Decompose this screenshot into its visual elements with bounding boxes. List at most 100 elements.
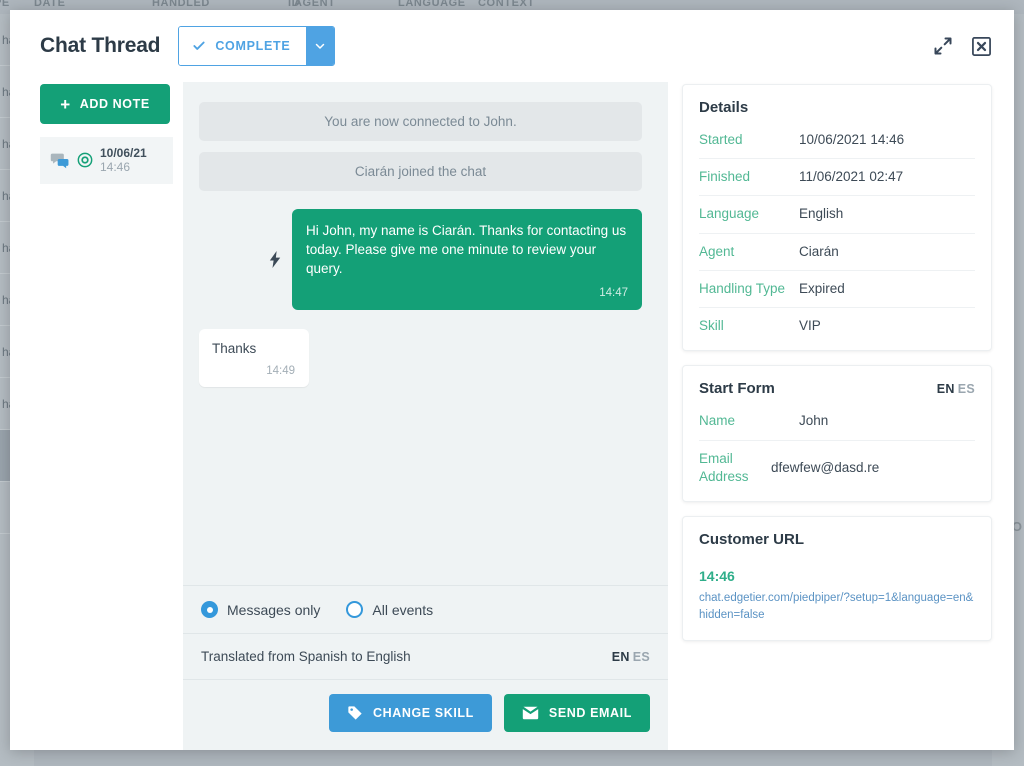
agent-message-row: Hi John, my name is Ciarán. Thanks for c… xyxy=(199,209,642,310)
tag-icon xyxy=(348,706,362,720)
lang-en-option[interactable]: EN xyxy=(612,650,630,664)
start-form-value: dfewfew@dasd.re xyxy=(771,459,880,475)
check-icon xyxy=(193,41,205,50)
customer-message-row: Thanks 14:49 xyxy=(199,328,642,387)
chat-panel: You are now connected to John. Ciarán jo… xyxy=(183,82,668,750)
expand-button[interactable] xyxy=(933,36,953,56)
bg-col-type: PE xyxy=(0,0,10,9)
change-skill-label: CHANGE SKILL xyxy=(372,706,474,720)
filter-all-events[interactable]: All events xyxy=(346,601,433,618)
send-email-label: SEND EMAIL xyxy=(548,706,632,720)
filter-messages-only-label: Messages only xyxy=(227,601,321,618)
detail-value: 11/06/2021 02:47 xyxy=(799,169,904,185)
plus-icon: + xyxy=(60,94,71,114)
customer-message-time: 14:49 xyxy=(266,364,295,377)
add-note-label: ADD NOTE xyxy=(79,97,150,111)
detail-value: Ciarán xyxy=(799,243,839,259)
detail-row-language: Language English xyxy=(699,196,975,234)
translation-language-toggle[interactable]: EN ES xyxy=(612,650,650,664)
translation-note: Translated from Spanish to English xyxy=(201,649,411,664)
envelope-icon xyxy=(522,706,539,720)
bg-col-language: LANGUAGE xyxy=(398,0,466,9)
status-complete-button[interactable]: COMPLETE xyxy=(179,27,307,65)
start-form-value: John xyxy=(799,413,829,429)
detail-row-started: Started 10/06/2021 14:46 xyxy=(699,122,975,160)
bg-col-date: DATE xyxy=(34,0,66,9)
detail-value: Expired xyxy=(799,280,845,296)
start-form-row-name: Name John xyxy=(699,403,975,441)
lang-es-option[interactable]: ES xyxy=(958,382,975,396)
note-timestamp: 10/06/21 14:46 xyxy=(100,146,147,175)
system-message: You are now connected to John. xyxy=(199,102,642,141)
chat-thread-modal: Chat Thread COMPLETE + ADD NOTE 10/06/21… xyxy=(10,10,1014,750)
customer-url-title: Customer URL xyxy=(699,530,805,548)
customer-url-link[interactable]: chat.edgetier.com/piedpiper/?setup=1&lan… xyxy=(699,590,975,635)
customer-url-card: Customer URL 14:46 chat.edgetier.com/pie… xyxy=(682,515,992,642)
detail-key: Finished xyxy=(699,169,751,185)
detail-key: Language xyxy=(699,206,760,222)
modal-body: + ADD NOTE 10/06/21 14:46 You are now co… xyxy=(10,82,1014,750)
bg-col-agent: AGENT xyxy=(294,0,336,9)
add-note-button[interactable]: + ADD NOTE xyxy=(40,84,170,124)
start-form-card: Start Form EN ES Name John Email Address … xyxy=(682,365,992,502)
status-dropdown-toggle[interactable] xyxy=(306,27,335,65)
expand-icon xyxy=(934,37,952,55)
details-column: Details Started 10/06/2021 14:46 Finishe… xyxy=(682,82,992,750)
start-form-key: Name xyxy=(699,413,736,429)
bg-col-context: CONTEXT xyxy=(478,0,535,9)
translation-row: Translated from Spanish to English EN ES xyxy=(183,633,668,679)
lightning-bolt-icon xyxy=(269,250,281,268)
note-date: 10/06/21 xyxy=(100,146,147,160)
lang-es-option[interactable]: ES xyxy=(633,650,650,664)
detail-row-handling-type: Handling Type Expired xyxy=(699,271,975,309)
start-form-header: Start Form EN ES xyxy=(699,380,975,397)
detail-row-agent: Agent Ciarán xyxy=(699,234,975,271)
detail-value: VIP xyxy=(799,318,821,334)
customer-message-text: Thanks xyxy=(212,340,257,356)
header-icon-group xyxy=(933,36,992,57)
detail-row-skill: Skill VIP xyxy=(699,308,975,344)
start-form-title: Start Form xyxy=(699,380,775,398)
chat-bubbles-icon xyxy=(50,153,69,169)
detail-row-finished: Finished 11/06/2021 02:47 xyxy=(699,159,975,197)
send-email-button[interactable]: SEND EMAIL xyxy=(503,694,650,732)
close-box-icon xyxy=(972,36,991,56)
detail-value: English xyxy=(799,206,844,222)
filter-messages-only[interactable]: Messages only xyxy=(201,601,320,618)
start-form-row-email: Email Address dfewfew@dasd.re xyxy=(699,441,975,495)
action-button-row: CHANGE SKILL SEND EMAIL xyxy=(183,679,668,750)
start-form-language-toggle[interactable]: EN ES xyxy=(937,382,975,396)
status-label: COMPLETE xyxy=(215,39,291,53)
detail-key: Handling Type xyxy=(699,280,786,296)
notes-column: + ADD NOTE 10/06/21 14:46 xyxy=(40,82,173,750)
details-card: Details Started 10/06/2021 14:46 Finishe… xyxy=(682,84,992,352)
lang-en-option[interactable]: EN xyxy=(937,382,955,396)
agent-message-time: 14:47 xyxy=(599,287,628,300)
agent-message-bubble: Hi John, my name is Ciarán. Thanks for c… xyxy=(292,209,642,310)
detail-key: Skill xyxy=(699,318,724,334)
bg-col-handled: HANDLED xyxy=(152,0,210,9)
target-icon xyxy=(77,152,93,168)
agent-message-text: Hi John, my name is Ciarán. Thanks for c… xyxy=(306,223,627,277)
radio-unselected-icon xyxy=(346,601,364,618)
customer-url-time: 14:46 xyxy=(699,567,735,584)
customer-message-bubble: Thanks 14:49 xyxy=(199,328,309,387)
system-message: Ciarán joined the chat xyxy=(199,152,642,191)
note-time: 14:46 xyxy=(100,160,131,175)
radio-selected-icon xyxy=(201,601,218,618)
message-list: You are now connected to John. Ciarán jo… xyxy=(183,82,668,585)
page-title: Chat Thread xyxy=(40,34,161,57)
filter-all-events-label: All events xyxy=(372,601,434,618)
change-skill-button[interactable]: CHANGE SKILL xyxy=(328,694,492,732)
close-button[interactable] xyxy=(971,36,992,57)
modal-header: Chat Thread COMPLETE xyxy=(10,10,1014,82)
message-filter-row: Messages only All events xyxy=(183,585,668,633)
details-card-title: Details xyxy=(699,99,749,116)
detail-key: Agent xyxy=(699,243,735,259)
detail-key: Started xyxy=(699,132,743,147)
detail-value: 10/06/2021 14:46 xyxy=(799,132,905,147)
note-list-item[interactable]: 10/06/21 14:46 xyxy=(40,137,173,184)
start-form-key: Email Address xyxy=(699,450,749,484)
chevron-down-icon xyxy=(316,43,325,49)
status-dropdown-group[interactable]: COMPLETE xyxy=(178,26,336,66)
